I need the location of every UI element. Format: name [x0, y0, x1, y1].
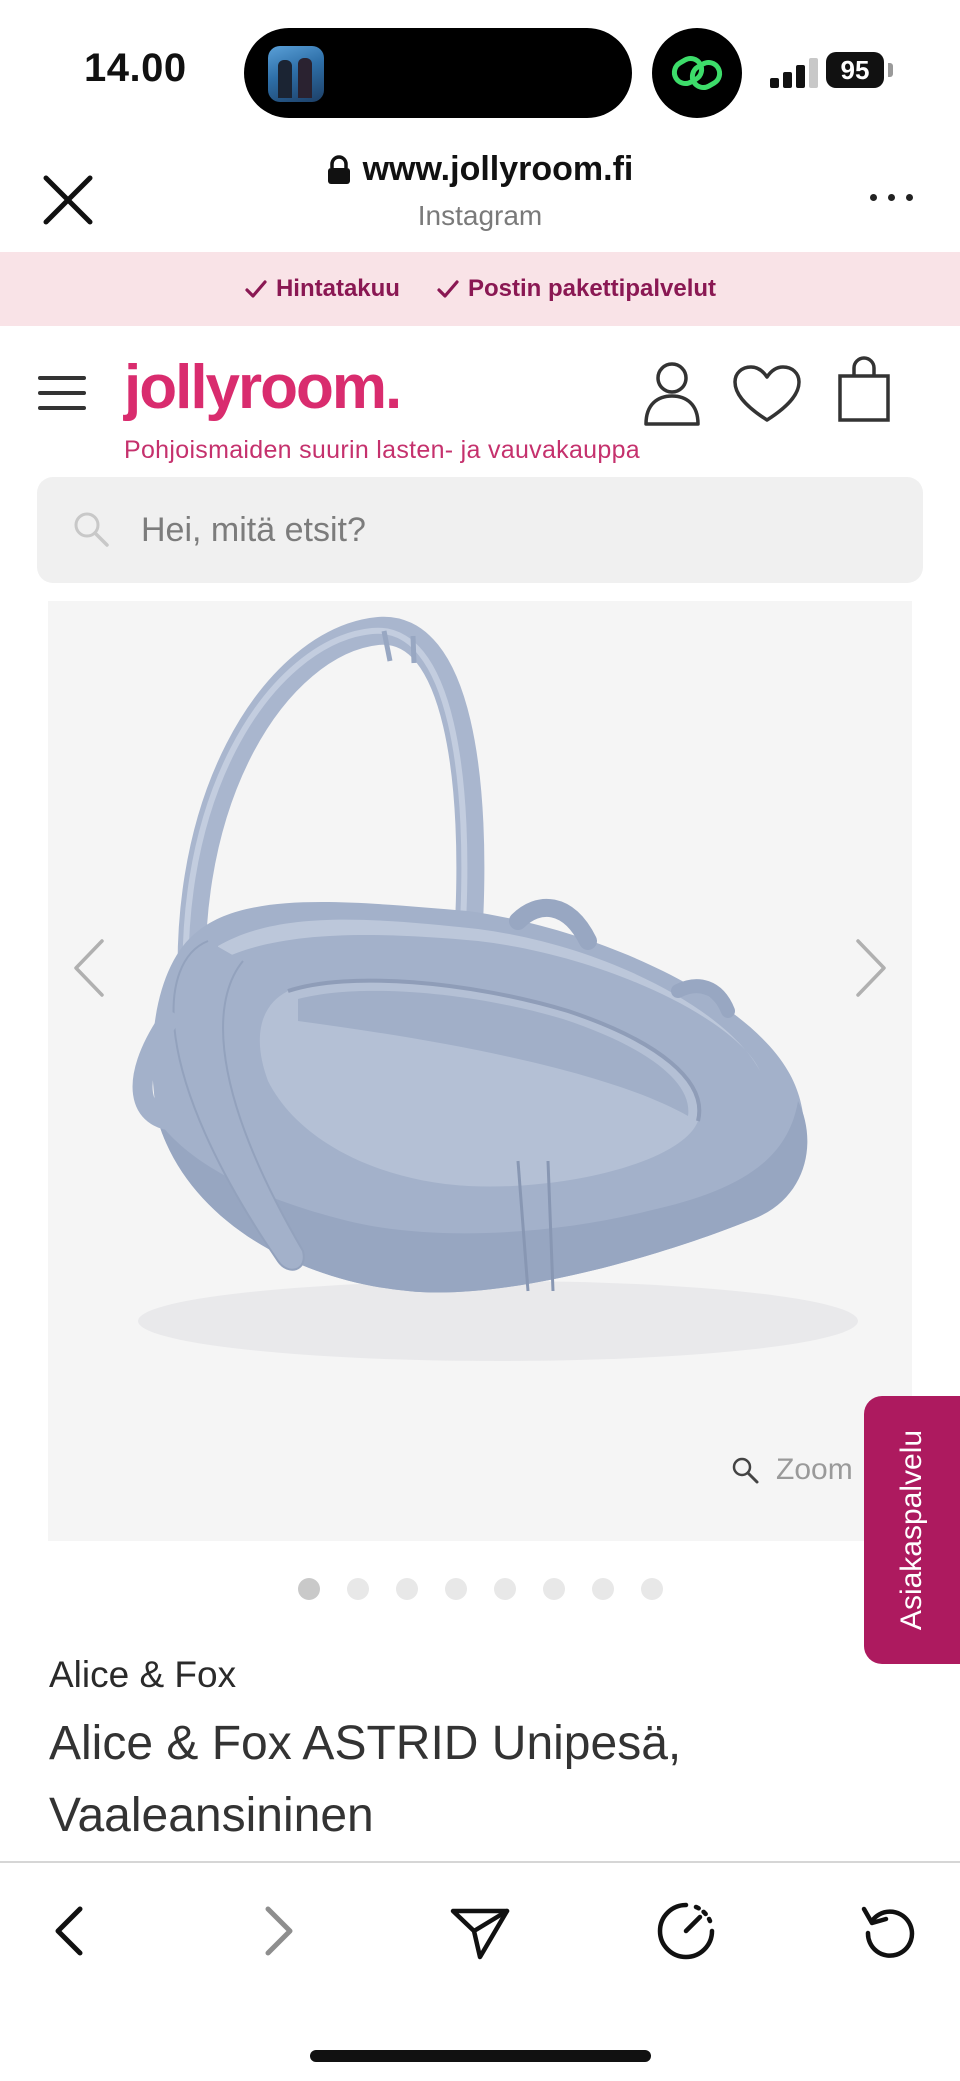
- battery-tip: [888, 63, 893, 77]
- status-time: 14.00: [84, 46, 187, 90]
- trust-item-label: Hintatakuu: [275, 275, 400, 302]
- shopping-bag-icon[interactable]: [836, 356, 892, 429]
- back-chevron-left-icon[interactable]: [40, 1899, 104, 1963]
- gallery-pagination-dots: [0, 1578, 960, 1600]
- pagination-dot[interactable]: [542, 1578, 565, 1600]
- pagination-dot[interactable]: [640, 1578, 663, 1600]
- product-title: Alice & Fox ASTRID Unipesä, Vaaleansinin…: [49, 1717, 682, 1842]
- check-icon: [245, 280, 267, 298]
- more-options-icon[interactable]: [868, 182, 916, 212]
- trust-item-label: Postin pakettipalvelut: [467, 275, 717, 302]
- lock-icon: [327, 154, 351, 185]
- pagination-dot[interactable]: [591, 1578, 614, 1600]
- wishlist-heart-icon[interactable]: [732, 364, 802, 429]
- trust-item-parcel-service: Postin pakettipalvelut: [436, 275, 716, 303]
- search-bar[interactable]: [37, 477, 923, 583]
- browser-bottom-toolbar: [0, 1861, 960, 2081]
- pagination-dot[interactable]: [395, 1578, 418, 1600]
- product-image[interactable]: [48, 601, 912, 1541]
- check-icon: [437, 280, 459, 298]
- hamburger-menu-icon[interactable]: [38, 376, 86, 410]
- in-app-browser-bar: www.jollyroom.fi Instagram: [0, 140, 960, 252]
- page-speed-gauge-icon[interactable]: [654, 1899, 718, 1963]
- url-source: Instagram: [417, 199, 543, 231]
- customer-service-tab[interactable]: Asiakaspalvelu: [864, 1396, 960, 1664]
- forward-chevron-right-icon[interactable]: [244, 1899, 308, 1963]
- trust-item-price-guarantee: Hintatakuu: [244, 275, 400, 303]
- dynamic-island[interactable]: [244, 28, 632, 118]
- pagination-dot[interactable]: [444, 1578, 467, 1600]
- product-image-gallery[interactable]: Zoom: [48, 601, 912, 1541]
- next-image-chevron-right-icon[interactable]: [846, 933, 896, 1003]
- account-icon[interactable]: [642, 360, 702, 431]
- search-input[interactable]: [141, 477, 901, 583]
- site-header: jollyroom. Pohjoismaiden suurin lasten- …: [0, 326, 960, 476]
- search-icon: [74, 512, 109, 547]
- site-logo[interactable]: jollyroom.: [124, 352, 402, 423]
- cellular-signal-icon: [770, 56, 820, 88]
- status-bar: 14.00 95: [0, 0, 960, 140]
- url-text: www.jollyroom.fi: [362, 150, 634, 188]
- zoom-button[interactable]: Zoom: [730, 1453, 853, 1487]
- product-brand[interactable]: Alice & Fox: [49, 1654, 236, 1696]
- zoom-label: Zoom: [776, 1453, 853, 1486]
- home-indicator[interactable]: [310, 2050, 651, 2062]
- link-activity-icon[interactable]: [652, 28, 742, 118]
- battery-indicator: 95: [826, 52, 884, 88]
- pagination-dot[interactable]: [297, 1578, 320, 1600]
- url-display[interactable]: www.jollyroom.fi Instagram: [0, 150, 960, 232]
- previous-image-chevron-left-icon[interactable]: [64, 933, 114, 1003]
- now-playing-thumbnail[interactable]: [268, 46, 324, 102]
- customer-service-label: Asiakaspalvelu: [895, 1429, 928, 1631]
- magnifier-icon: [732, 1457, 759, 1484]
- trust-bar: Hintatakuu Postin pakettipalvelut: [0, 252, 960, 326]
- pagination-dot[interactable]: [493, 1578, 516, 1600]
- site-tagline: Pohjoismaiden suurin lasten- ja vauvakau…: [124, 436, 640, 464]
- reload-icon[interactable]: [858, 1899, 922, 1963]
- pagination-dot[interactable]: [346, 1578, 369, 1600]
- share-send-icon[interactable]: [448, 1899, 512, 1963]
